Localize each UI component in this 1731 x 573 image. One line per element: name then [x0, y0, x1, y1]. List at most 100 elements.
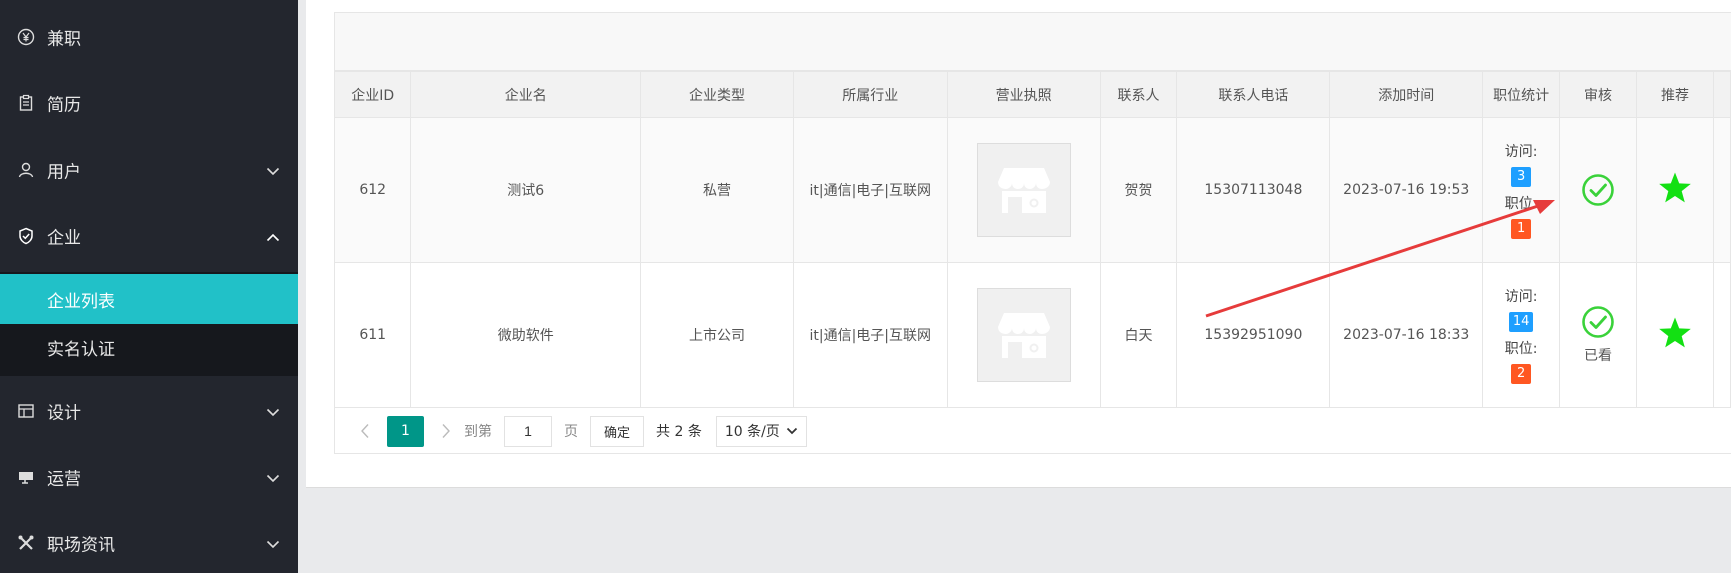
header-enterprise-id[interactable]: 企业ID — [335, 71, 412, 118]
cell-id: 611 — [335, 262, 412, 408]
cell-id: 612 — [335, 117, 412, 263]
table-row[interactable]: 612 测试6 私营 it|通信|电子|互联网 贺贺 15307113048 2… — [335, 117, 1731, 263]
page-unit-label: 页 — [564, 424, 578, 440]
check-circle-icon[interactable] — [1581, 173, 1615, 207]
cell-type: 私营 — [640, 117, 794, 263]
sidebar-item-career-news[interactable]: 职场资讯 — [0, 518, 298, 568]
header-contact[interactable]: 联系人 — [1099, 71, 1178, 118]
cell-audit: 已看 — [1559, 262, 1637, 408]
star-icon[interactable] — [1658, 316, 1692, 350]
sidebar-item-parttime[interactable]: 兼职 — [0, 12, 298, 62]
license-thumbnail[interactable] — [976, 143, 1071, 237]
cell-contact: 贺贺 — [1099, 117, 1178, 263]
check-circle-icon[interactable] — [1581, 305, 1615, 339]
sidebar-item-label: 运营 — [47, 469, 81, 490]
confirm-button[interactable]: 确定 — [590, 415, 645, 447]
chevron-right-icon — [442, 424, 450, 438]
main-panel: 企业ID 企业名 企业类型 所属行业 营业执照 联系人 联系人电话 添加时间 职… — [306, 0, 1731, 488]
goto-page-input[interactable] — [504, 415, 552, 447]
sidebar-item-label: 用户 — [47, 162, 81, 183]
chevron-down-icon — [266, 474, 280, 483]
enterprise-submenu: 企业列表 实名认证 — [0, 272, 298, 376]
page-size-select[interactable]: 10 条/页 — [715, 415, 807, 447]
enterprise-table: 企业ID 企业名 企业类型 所属行业 营业执照 联系人 联系人电话 添加时间 职… — [335, 71, 1731, 408]
sidebar-item-label: 设计 — [47, 403, 81, 424]
cell-recommend — [1636, 117, 1714, 263]
sidebar-item-enterprise[interactable]: 企业 — [0, 211, 298, 261]
visit-count-badge: 14 — [1508, 312, 1534, 332]
page-size-value: 10 条/页 — [724, 424, 780, 440]
table-row[interactable]: 611 微助软件 上市公司 it|通信|电子|互联网 白天 1539295109… — [335, 262, 1731, 408]
tools-icon — [17, 534, 35, 552]
header-extra — [1712, 71, 1731, 118]
cell-time: 2023-07-16 18:33 — [1329, 262, 1484, 408]
header-business-license[interactable]: 营业执照 — [946, 71, 1101, 118]
cell-audit — [1559, 117, 1637, 263]
sidebar: 兼职 简历 用户 企业 企业列表 实名认证 设计 运营 职场资讯 — [0, 0, 298, 573]
header-add-time[interactable]: 添加时间 — [1329, 71, 1484, 118]
star-icon[interactable] — [1658, 171, 1692, 205]
cell-extra — [1712, 117, 1731, 263]
job-count-badge: 2 — [1511, 364, 1532, 384]
cell-phone: 15392951090 — [1176, 262, 1331, 408]
header-audit[interactable]: 审核 — [1559, 71, 1637, 118]
megaphone-icon — [17, 468, 35, 486]
header-contact-phone[interactable]: 联系人电话 — [1176, 71, 1331, 118]
sidebar-item-operations[interactable]: 运营 — [0, 452, 298, 502]
job-label: 职位: — [1504, 341, 1538, 357]
cell-type: 上市公司 — [640, 262, 794, 408]
store-icon — [997, 168, 1050, 213]
visit-count-badge: 3 — [1511, 167, 1532, 187]
sidebar-item-users[interactable]: 用户 — [0, 145, 298, 195]
goto-label: 到第 — [464, 424, 492, 440]
total-count: 共 2 条 — [656, 424, 702, 440]
cell-time: 2023-07-16 19:53 — [1329, 117, 1484, 263]
shield-check-icon — [17, 227, 35, 245]
job-label: 职位: — [1504, 196, 1538, 212]
cell-extra — [1712, 262, 1731, 408]
visit-label: 访问: — [1504, 289, 1538, 305]
sidebar-item-label: 企业 — [47, 228, 81, 249]
cell-job-stats: 访问: 3 职位: 1 — [1482, 117, 1561, 263]
license-thumbnail[interactable] — [976, 288, 1071, 382]
sidebar-subitem-label: 实名认证 — [47, 339, 115, 360]
chevron-down-icon — [266, 167, 280, 176]
cell-license — [946, 117, 1101, 263]
audit-note: 已看 — [1584, 348, 1613, 364]
table-header-row: 企业ID 企业名 企业类型 所属行业 营业执照 联系人 联系人电话 添加时间 职… — [335, 71, 1731, 118]
header-industry[interactable]: 所属行业 — [792, 71, 948, 118]
chevron-left-icon — [361, 424, 369, 438]
table-toolbar — [335, 13, 1731, 71]
prev-page-button[interactable] — [353, 416, 377, 446]
chevron-up-icon — [266, 233, 280, 242]
next-page-button[interactable] — [434, 416, 458, 446]
user-icon — [17, 161, 35, 179]
header-enterprise-type[interactable]: 企业类型 — [640, 71, 794, 118]
header-enterprise-name[interactable]: 企业名 — [410, 71, 642, 118]
chevron-down-icon — [786, 427, 797, 435]
sidebar-item-label: 简历 — [47, 95, 81, 116]
visit-label: 访问: — [1504, 144, 1538, 160]
cell-recommend — [1636, 262, 1714, 408]
yen-icon — [17, 28, 35, 46]
cell-job-stats: 访问: 14 职位: 2 — [1482, 262, 1561, 408]
enterprise-table-container: 企业ID 企业名 企业类型 所属行业 营业执照 联系人 联系人电话 添加时间 职… — [334, 12, 1731, 454]
cell-license — [946, 262, 1101, 408]
cell-industry: it|通信|电子|互联网 — [792, 262, 948, 408]
sidebar-item-design[interactable]: 设计 — [0, 386, 298, 436]
sidebar-item-label: 兼职 — [47, 29, 81, 50]
cell-industry: it|通信|电子|互联网 — [792, 117, 948, 263]
cell-contact: 白天 — [1099, 262, 1178, 408]
cell-phone: 15307113048 — [1176, 117, 1331, 263]
sidebar-subitem-label: 企业列表 — [47, 291, 115, 312]
store-icon — [997, 313, 1050, 358]
sidebar-subitem-verification[interactable]: 实名认证 — [0, 322, 298, 372]
header-job-stats[interactable]: 职位统计 — [1482, 71, 1561, 118]
layout-icon — [17, 402, 35, 420]
cell-name: 微助软件 — [410, 262, 642, 408]
page-number-current[interactable]: 1 — [387, 415, 424, 447]
header-recommend[interactable]: 推荐 — [1636, 71, 1714, 118]
clipboard-icon — [17, 94, 35, 112]
sidebar-item-resume[interactable]: 简历 — [0, 78, 298, 128]
sidebar-subitem-enterprise-list[interactable]: 企业列表 — [0, 274, 298, 324]
